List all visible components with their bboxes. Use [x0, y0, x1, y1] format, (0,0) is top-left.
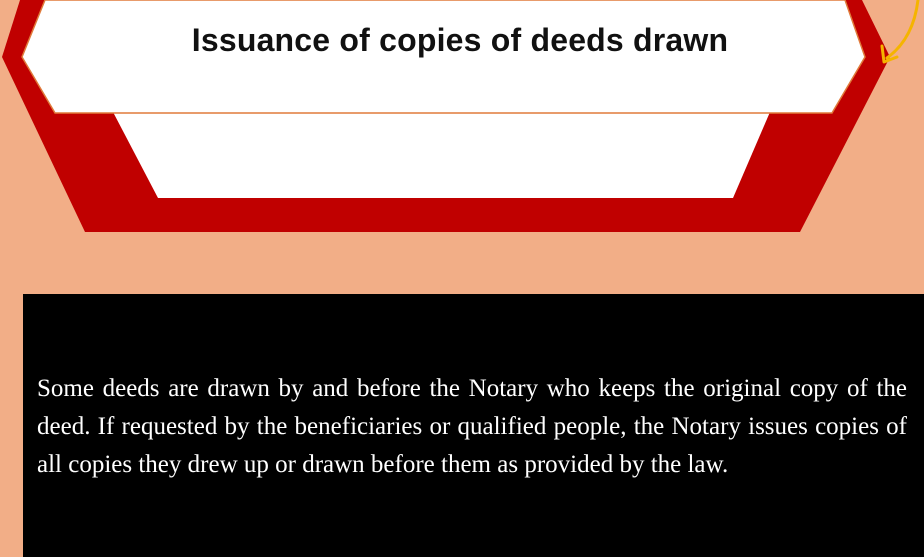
- page-title: Issuance of copies of deeds drawn: [191, 22, 729, 58]
- banner-lower-panel: [113, 112, 770, 198]
- body-paragraph: Some deeds are drawn by and before the N…: [37, 375, 907, 478]
- page: Issuance of copies of deeds drawn Some d…: [0, 0, 924, 557]
